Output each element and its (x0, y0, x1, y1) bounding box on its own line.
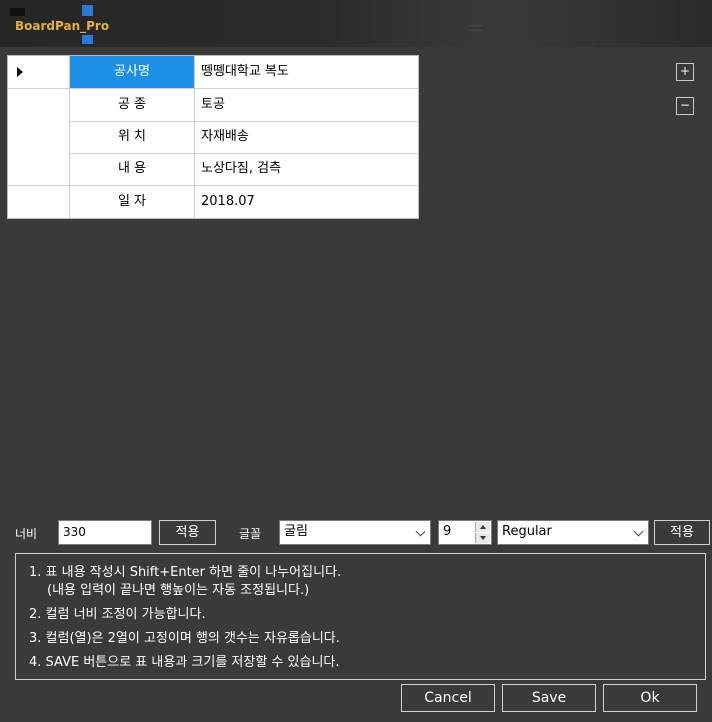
row-header[interactable] (8, 56, 70, 88)
spin-up-button[interactable] (475, 522, 490, 532)
note-line: 4. SAVE 버튼으로 표 내용과 크기를 저장할 수 있습니다. (29, 655, 340, 670)
app-logo-icon (10, 8, 25, 16)
ok-button[interactable]: Ok (603, 684, 697, 712)
key-cell[interactable]: 공 종 (70, 89, 195, 121)
table-row[interactable]: 내 용 노상다짐, 검측 (8, 153, 418, 186)
font-family-value: 굴림 (284, 524, 308, 539)
key-cell[interactable]: 내 용 (70, 153, 195, 185)
font-style-select[interactable]: Regular (497, 520, 649, 545)
width-input[interactable]: 330 (58, 520, 152, 545)
key-cell[interactable]: 위 치 (70, 121, 195, 153)
current-row-arrow-icon (17, 67, 23, 77)
chevron-down-icon (415, 526, 426, 537)
font-size-stepper[interactable]: 9 (438, 520, 492, 545)
value-cell[interactable]: 자재배송 (195, 121, 418, 153)
arrow-down-icon (480, 536, 486, 540)
note-line: (내용 입력이 끝나면 행높이는 자동 조정됩니다.) (47, 583, 310, 598)
save-button[interactable]: Save (502, 684, 596, 712)
apply-width-button[interactable]: 적용 (159, 520, 216, 545)
value-cell[interactable]: 토공 (195, 89, 418, 121)
add-row-button[interactable]: + (676, 63, 694, 81)
table-row[interactable]: 위 치 자재배송 (8, 121, 418, 154)
table-row[interactable]: 공사명 뗑뗑대학교 복도 (8, 56, 418, 89)
value-cell[interactable]: 2018.07 (195, 186, 418, 218)
cancel-button[interactable]: Cancel (401, 684, 495, 712)
remove-row-button[interactable]: − (676, 97, 694, 115)
spin-down-button[interactable] (475, 533, 490, 543)
arrow-up-icon (480, 525, 486, 529)
key-cell[interactable]: 공사명 (70, 56, 195, 88)
help-notes: 1. 표 내용 작성시 Shift+Enter 하면 줄이 나누어집니다. (내… (15, 553, 706, 680)
property-grid[interactable]: 공사명 뗑뗑대학교 복도 공 종 토공 위 치 자재배송 내 용 노상다짐, 검… (7, 55, 419, 219)
font-label: 글꼴 (239, 527, 262, 541)
decorative-line (470, 30, 482, 31)
key-cell[interactable]: 일 자 (70, 186, 195, 218)
font-style-value: Regular (502, 524, 552, 539)
table-row[interactable]: 일 자 2018.07 (8, 186, 418, 218)
row-header[interactable] (8, 121, 70, 153)
note-line: 2. 컬럼 너비 조정이 가능합니다. (29, 607, 206, 622)
title-bar: BoardPan_Pro (0, 0, 712, 47)
logo-accent-icon (82, 35, 93, 44)
app-title: BoardPan_Pro (15, 19, 110, 33)
row-header[interactable] (8, 89, 70, 121)
row-header[interactable] (8, 153, 70, 185)
width-label: 너비 (15, 527, 38, 541)
decorative-line (470, 25, 482, 26)
value-cell[interactable]: 노상다짐, 검측 (195, 153, 418, 185)
logo-accent-icon (82, 5, 93, 16)
note-line: 1. 표 내용 작성시 Shift+Enter 하면 줄이 나누어집니다. (29, 565, 342, 580)
note-line: 3. 컬럼(열)은 2열이 고정이며 행의 갯수는 자유롭습니다. (29, 631, 340, 646)
apply-font-button[interactable]: 적용 (654, 520, 710, 545)
font-size-value: 9 (443, 524, 452, 539)
chevron-down-icon (633, 526, 644, 537)
value-cell[interactable]: 뗑뗑대학교 복도 (195, 56, 418, 88)
row-header[interactable] (8, 186, 70, 218)
table-row[interactable]: 공 종 토공 (8, 89, 418, 122)
font-family-select[interactable]: 굴림 (279, 520, 431, 545)
